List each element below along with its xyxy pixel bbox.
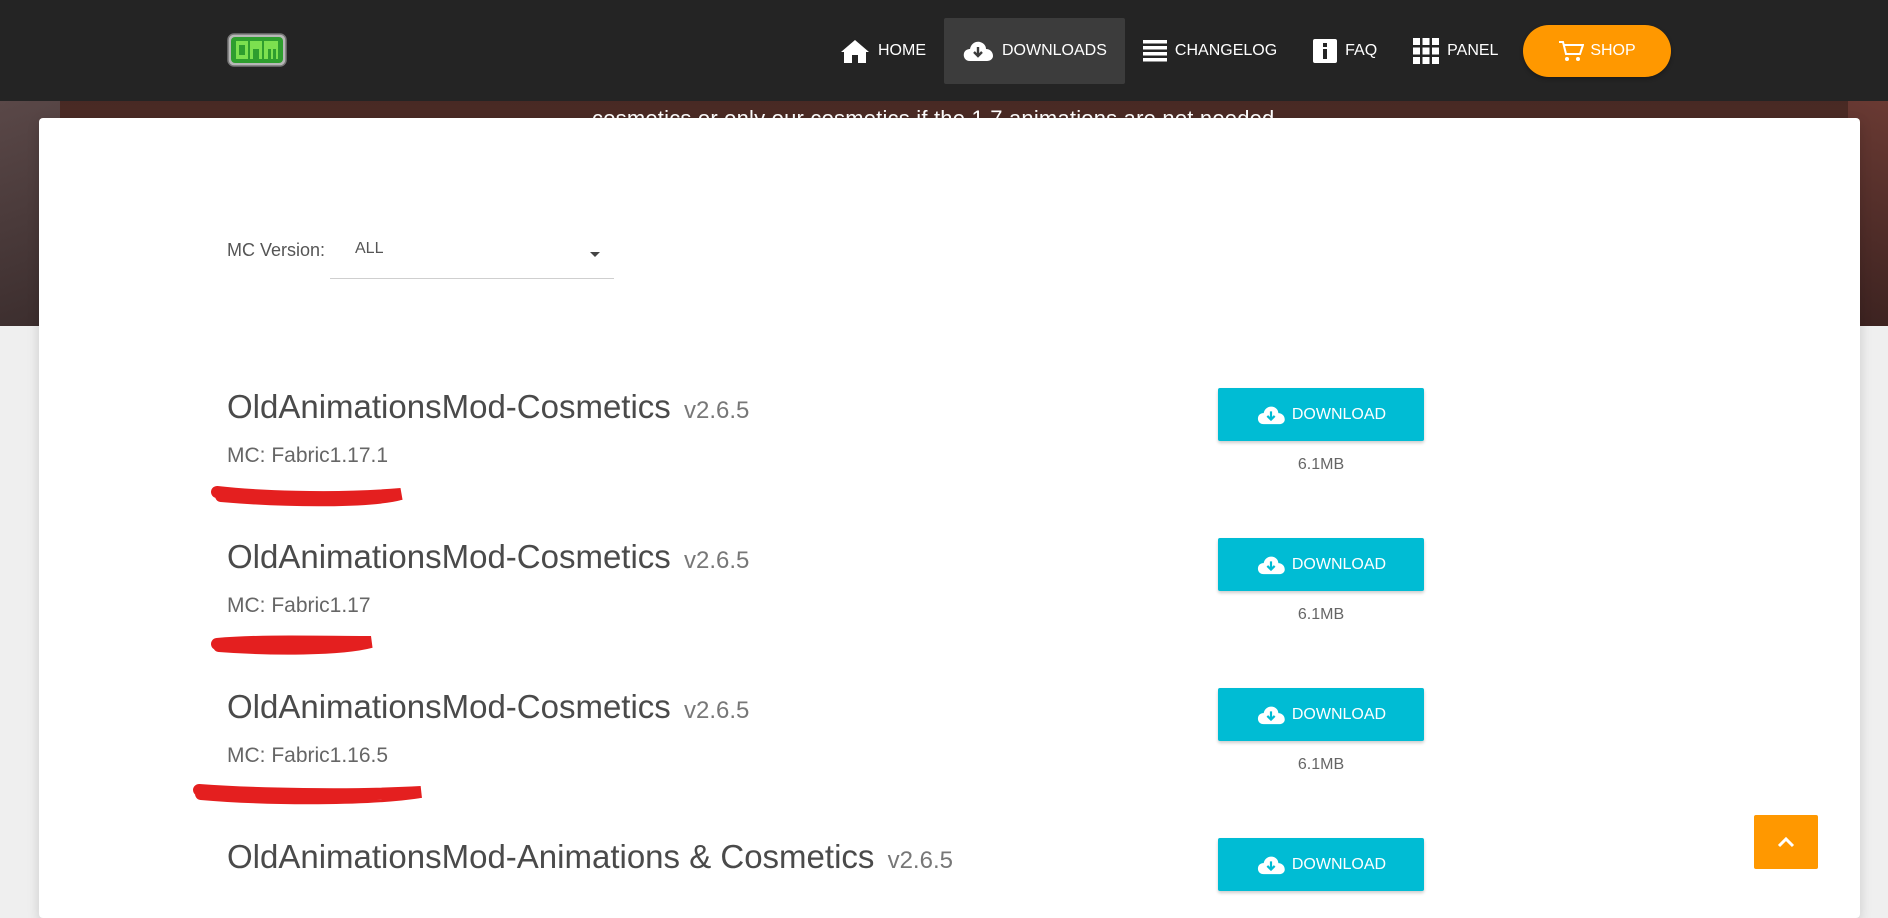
download-row: OldAnimationsMod-Animations & Cosmetics … <box>227 838 1427 900</box>
top-navbar: HOME DOWNLOADS CHANGELOG FAQ PANEL SHOP <box>0 0 1888 101</box>
nav-panel-label: PANEL <box>1447 42 1499 59</box>
download-button[interactable]: DOWNLOAD <box>1218 838 1424 891</box>
nav-downloads[interactable]: DOWNLOADS <box>944 18 1125 84</box>
mod-name: OldAnimationsMod-Cosmetics <box>227 688 671 725</box>
download-button[interactable]: DOWNLOAD <box>1218 388 1424 441</box>
red-underline-annotation <box>211 486 403 507</box>
mod-title: OldAnimationsMod-Cosmetics v2.6.5 <box>227 538 749 576</box>
download-label: DOWNLOAD <box>1291 555 1387 573</box>
mod-title: OldAnimationsMod-Animations & Cosmetics … <box>227 838 953 876</box>
chevron-up-icon <box>1777 836 1795 848</box>
nav-changelog-label: CHANGELOG <box>1174 42 1278 59</box>
download-label: DOWNLOAD <box>1291 405 1387 423</box>
mod-version: v2.6.5 <box>683 397 750 424</box>
nav-faq-label: FAQ <box>1345 42 1378 59</box>
mod-title: OldAnimationsMod-Cosmetics v2.6.5 <box>227 688 749 726</box>
info-icon <box>1313 39 1338 63</box>
grid-icon <box>1413 38 1440 64</box>
file-size: 6.1MB <box>1297 456 1345 473</box>
download-label: DOWNLOAD <box>1291 855 1387 873</box>
download-label: DOWNLOAD <box>1291 705 1387 723</box>
file-size: 6.1MB <box>1297 756 1345 773</box>
cloud-download-icon <box>963 41 993 61</box>
download-button[interactable]: DOWNLOAD <box>1218 688 1424 741</box>
shop-button[interactable]: SHOP <box>1523 25 1671 77</box>
home-icon <box>841 40 869 63</box>
file-size: 6.1MB <box>1297 606 1345 623</box>
download-button[interactable]: DOWNLOAD <box>1218 538 1424 591</box>
mod-version: v2.6.5 <box>887 847 953 874</box>
download-row: OldAnimationsMod-Cosmetics v2.6.5 MC: Fa… <box>211 538 1427 678</box>
nav-panel[interactable]: PANEL <box>1395 18 1516 84</box>
mc-version-selected: ALL <box>355 240 384 257</box>
mod-name: OldAnimationsMod-Cosmetics <box>227 388 671 425</box>
mod-title: OldAnimationsMod-Cosmetics v2.6.5 <box>227 388 749 426</box>
download-row: OldAnimationsMod-Cosmetics v2.6.5 MC: Fa… <box>211 388 1427 528</box>
mc-version-text: MC: Fabric1.17.1 <box>227 444 389 467</box>
mod-version: v2.6.5 <box>683 547 750 574</box>
cloud-download-icon <box>1257 406 1285 424</box>
mod-name: OldAnimationsMod-Animations & Cosmetics <box>227 838 875 875</box>
mc-version-label: MC Version: <box>227 240 326 260</box>
mc-version-text: MC: Fabric1.16.5 <box>227 744 389 767</box>
mc-version-text: MC: Fabric1.17 <box>227 594 371 617</box>
mc-version-select[interactable]: ALL <box>330 230 614 279</box>
shop-label: SHOP <box>1590 42 1636 59</box>
cart-icon <box>1559 41 1585 61</box>
nav-home-label: HOME <box>878 42 926 59</box>
nav-changelog[interactable]: CHANGELOG <box>1125 18 1295 84</box>
list-icon <box>1142 40 1167 62</box>
red-underline-annotation <box>193 784 422 805</box>
cloud-download-icon <box>1257 556 1285 574</box>
cloud-download-icon <box>1257 856 1285 874</box>
nav-home[interactable]: HOME <box>822 18 944 84</box>
download-row: OldAnimationsMod-Cosmetics v2.6.5 MC: Fa… <box>193 688 1427 828</box>
logo[interactable] <box>227 30 287 70</box>
nav-faq[interactable]: FAQ <box>1295 18 1395 84</box>
mod-name: OldAnimationsMod-Cosmetics <box>227 538 671 575</box>
nav-downloads-label: DOWNLOADS <box>1002 42 1107 59</box>
scroll-to-top-button[interactable] <box>1754 815 1818 869</box>
mod-version: v2.6.5 <box>683 697 750 724</box>
red-underline-annotation <box>211 635 373 655</box>
caret-down-icon <box>590 252 600 257</box>
cloud-download-icon <box>1257 706 1285 724</box>
